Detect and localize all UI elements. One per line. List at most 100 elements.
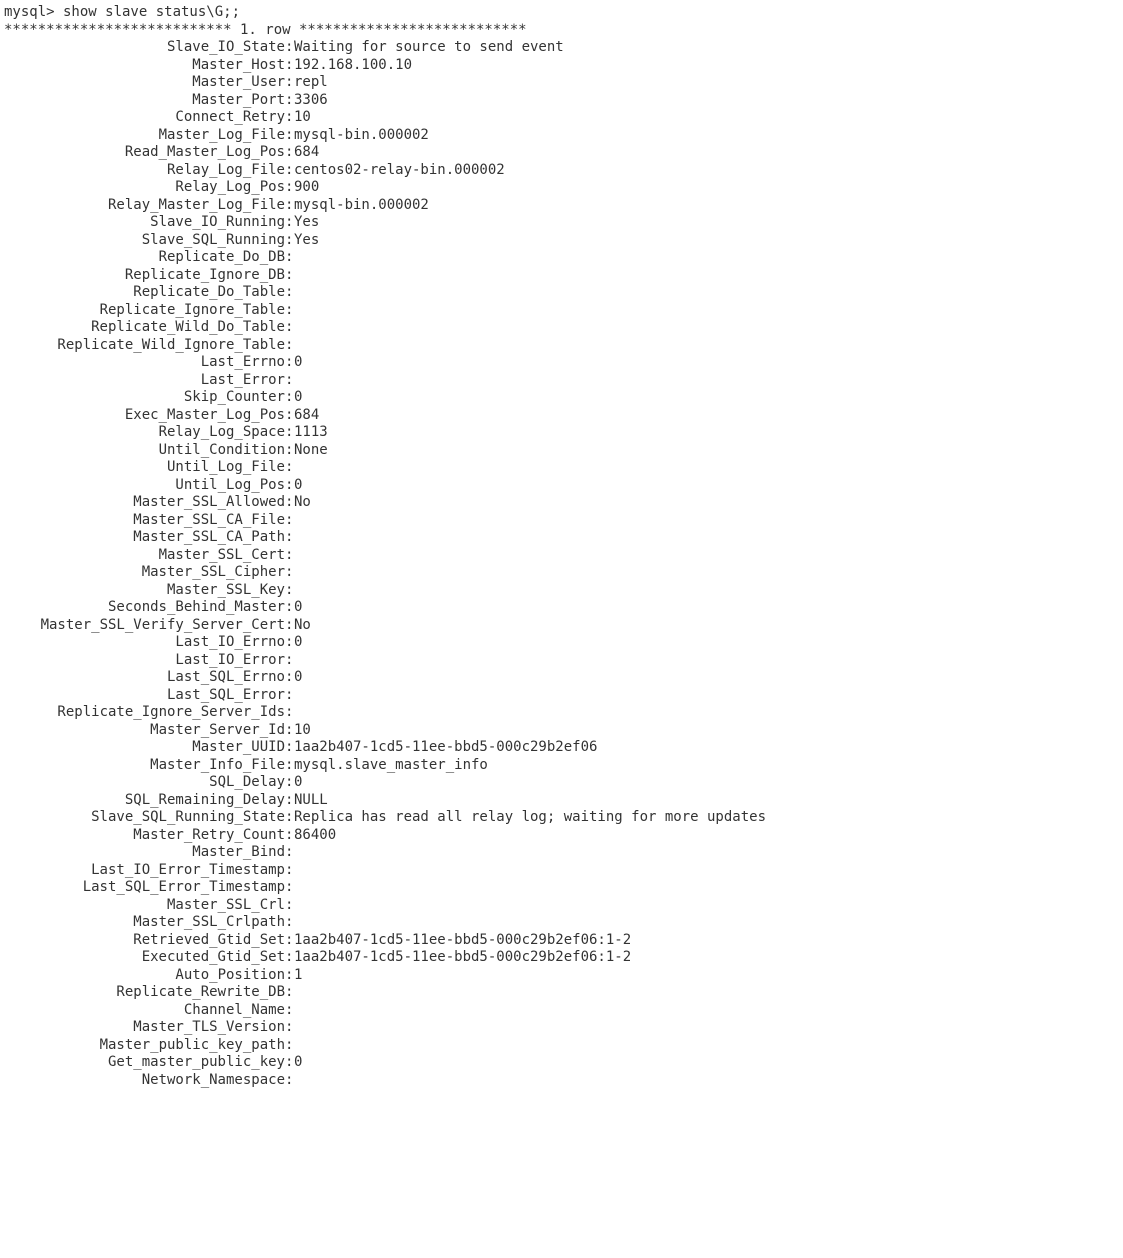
status-key: Master_SSL_Crl [4, 897, 285, 915]
colon-separator: : [285, 687, 294, 705]
status-value: 10 [294, 722, 311, 740]
status-value: 684 [294, 407, 319, 425]
status-row: Retrieved_Gtid_Set: 1aa2b407-1cd5-11ee-b… [4, 932, 1123, 950]
status-row: Until_Log_File: [4, 459, 1123, 477]
colon-separator: : [285, 127, 294, 145]
status-key: Replicate_Ignore_Server_Ids [4, 704, 285, 722]
status-row: Network_Namespace: [4, 1072, 1123, 1090]
status-value: 0 [294, 477, 302, 495]
terminal-output: mysql> show slave status\G;; ***********… [0, 0, 1123, 1258]
colon-separator: : [285, 39, 294, 57]
status-row: Master_TLS_Version: [4, 1019, 1123, 1037]
status-row: Master_Host: 192.168.100.10 [4, 57, 1123, 75]
status-value: 0 [294, 354, 302, 372]
colon-separator: : [285, 424, 294, 442]
status-key: Master_Retry_Count [4, 827, 285, 845]
status-key: Auto_Position [4, 967, 285, 985]
status-row: Replicate_Ignore_DB: [4, 267, 1123, 285]
colon-separator: : [285, 669, 294, 687]
status-row: Last_SQL_Error: [4, 687, 1123, 705]
status-row: Master_Log_File: mysql-bin.000002 [4, 127, 1123, 145]
colon-separator: : [285, 564, 294, 582]
status-value: 1aa2b407-1cd5-11ee-bbd5-000c29b2ef06:1-2 [294, 949, 631, 967]
colon-separator: : [285, 809, 294, 827]
status-row: Master_SSL_Crlpath: [4, 914, 1123, 932]
status-key: Last_IO_Error [4, 652, 285, 670]
status-key: Connect_Retry [4, 109, 285, 127]
status-row: Channel_Name: [4, 1002, 1123, 1020]
colon-separator: : [285, 967, 294, 985]
colon-separator: : [285, 179, 294, 197]
colon-separator: : [285, 617, 294, 635]
colon-separator: : [285, 1037, 294, 1055]
status-row: Last_IO_Error: [4, 652, 1123, 670]
colon-separator: : [285, 477, 294, 495]
status-row: Connect_Retry: 10 [4, 109, 1123, 127]
colon-separator: : [285, 582, 294, 600]
status-value: NULL [294, 792, 328, 810]
status-value: 1aa2b407-1cd5-11ee-bbd5-000c29b2ef06:1-2 [294, 932, 631, 950]
status-key: Replicate_Wild_Do_Table [4, 319, 285, 337]
status-key: Master_Host [4, 57, 285, 75]
colon-separator: : [285, 144, 294, 162]
status-key: Skip_Counter [4, 389, 285, 407]
colon-separator: : [285, 284, 294, 302]
status-row: Master_Retry_Count: 86400 [4, 827, 1123, 845]
status-key: SQL_Remaining_Delay [4, 792, 285, 810]
status-row: Master_SSL_CA_Path: [4, 529, 1123, 547]
status-key: Get_master_public_key [4, 1054, 285, 1072]
status-key: Relay_Log_File [4, 162, 285, 180]
status-key: Master_SSL_Cipher [4, 564, 285, 582]
status-row: Master_Server_Id: 10 [4, 722, 1123, 740]
colon-separator: : [285, 1072, 294, 1090]
colon-separator: : [285, 1002, 294, 1020]
status-row: Slave_SQL_Running: Yes [4, 232, 1123, 250]
status-value: 0 [294, 1054, 302, 1072]
status-key: Last_IO_Errno [4, 634, 285, 652]
status-value: No [294, 617, 311, 635]
colon-separator: : [285, 389, 294, 407]
status-key: Replicate_Do_DB [4, 249, 285, 267]
colon-separator: : [285, 92, 294, 110]
status-key: Until_Log_File [4, 459, 285, 477]
status-value: 684 [294, 144, 319, 162]
colon-separator: : [285, 827, 294, 845]
colon-separator: : [285, 879, 294, 897]
status-key: Master_public_key_path [4, 1037, 285, 1055]
status-row: SQL_Remaining_Delay: NULL [4, 792, 1123, 810]
colon-separator: : [285, 914, 294, 932]
status-row: Last_SQL_Error_Timestamp: [4, 879, 1123, 897]
status-row: SQL_Delay: 0 [4, 774, 1123, 792]
status-key: Executed_Gtid_Set [4, 949, 285, 967]
status-value: 1113 [294, 424, 328, 442]
status-value: mysql.slave_master_info [294, 757, 488, 775]
status-value: 900 [294, 179, 319, 197]
status-value: No [294, 494, 311, 512]
colon-separator: : [285, 984, 294, 1002]
colon-separator: : [285, 74, 294, 92]
status-value: Yes [294, 214, 319, 232]
status-value: centos02-relay-bin.000002 [294, 162, 505, 180]
colon-separator: : [285, 494, 294, 512]
colon-separator: : [285, 267, 294, 285]
status-row: Master_SSL_CA_File: [4, 512, 1123, 530]
colon-separator: : [285, 1054, 294, 1072]
status-key: Last_SQL_Error [4, 687, 285, 705]
colon-separator: : [285, 652, 294, 670]
status-row: Master_SSL_Cert: [4, 547, 1123, 565]
status-row: Last_Error: [4, 372, 1123, 390]
colon-separator: : [285, 634, 294, 652]
colon-separator: : [285, 109, 294, 127]
status-row: Master_UUID: 1aa2b407-1cd5-11ee-bbd5-000… [4, 739, 1123, 757]
colon-separator: : [285, 197, 294, 215]
status-row: Master_SSL_Crl: [4, 897, 1123, 915]
status-key: Master_SSL_Allowed [4, 494, 285, 512]
status-key: Last_SQL_Errno [4, 669, 285, 687]
status-row: Get_master_public_key: 0 [4, 1054, 1123, 1072]
row-separator: *************************** 1. row *****… [4, 22, 1123, 40]
colon-separator: : [285, 757, 294, 775]
status-row: Relay_Log_Space: 1113 [4, 424, 1123, 442]
status-row: Replicate_Ignore_Server_Ids: [4, 704, 1123, 722]
status-key: Master_TLS_Version [4, 1019, 285, 1037]
colon-separator: : [285, 722, 294, 740]
